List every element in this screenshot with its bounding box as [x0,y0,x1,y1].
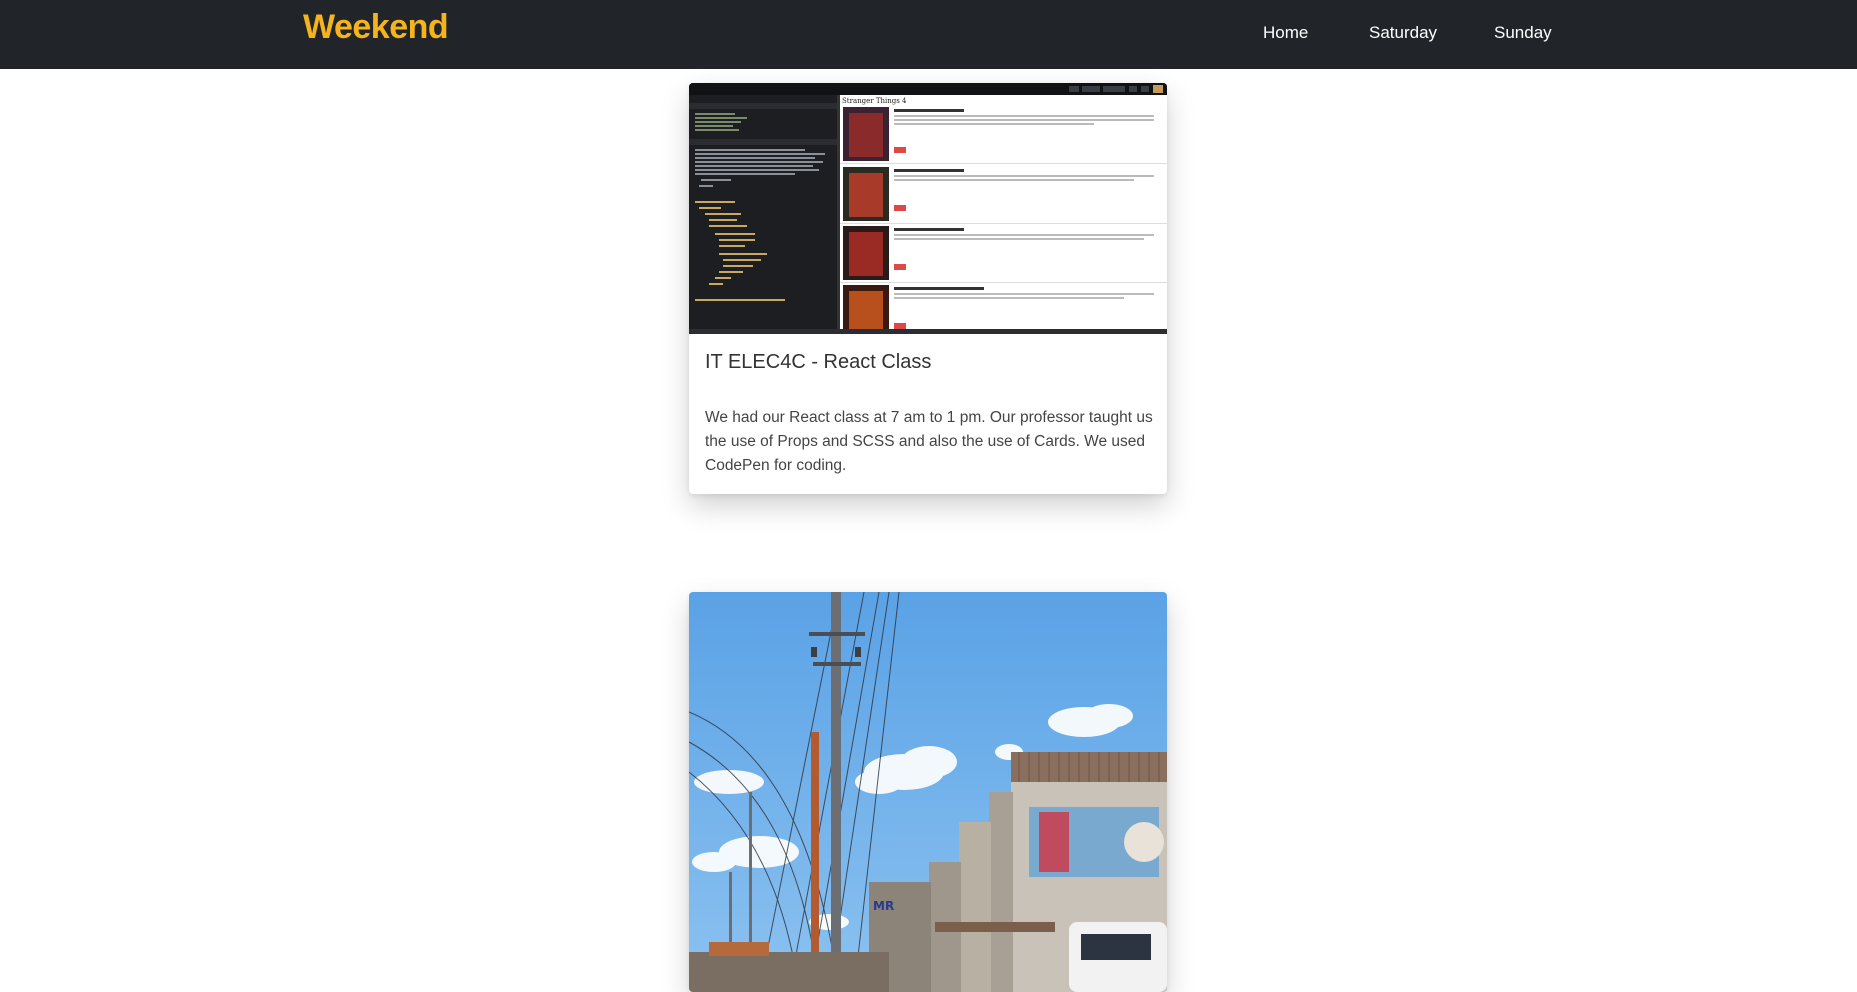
card-image-street-photo: MR [689,592,1167,992]
nav-link-sunday[interactable]: Sunday [1494,23,1552,43]
card-title: IT ELEC4C - React Class [705,351,932,373]
street-photo-graphic: MR [689,592,1167,992]
code-editor-screenshot-graphic: Stranger Things 4 [689,83,1167,334]
nav-link-saturday[interactable]: Saturday [1369,23,1437,43]
svg-text:MR: MR [873,899,894,913]
navbar: Weekend Home Saturday Sunday [0,0,1857,69]
card-image-code-screenshot: Stranger Things 4 [689,83,1167,334]
svg-text:Stranger Things 4: Stranger Things 4 [842,97,907,105]
card-react-class: Stranger Things 4 IT ELEC4C - React Clas… [689,83,1167,494]
card-street-photo: MR [689,592,1167,992]
nav-link-home[interactable]: Home [1263,23,1308,43]
card-text: We had our React class at 7 am to 1 pm. … [705,409,1153,474]
brand-logo[interactable]: Weekend [303,8,449,47]
